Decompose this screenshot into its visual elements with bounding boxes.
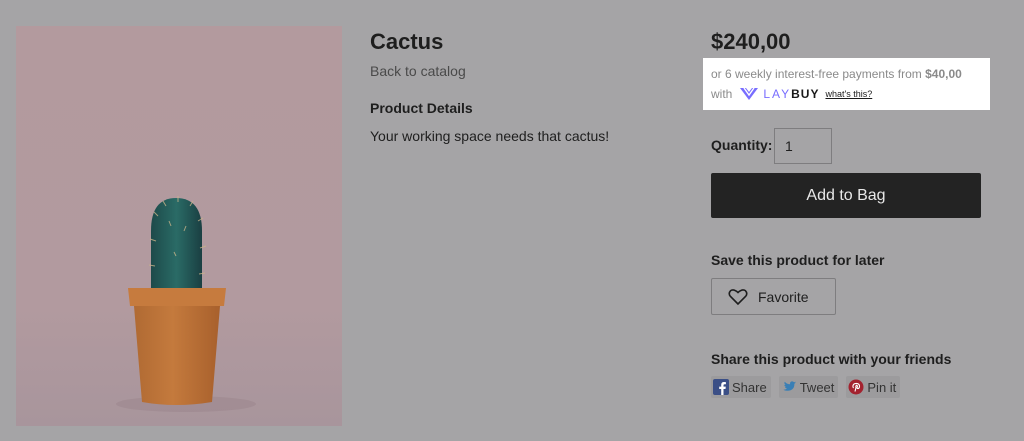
product-image: [16, 26, 342, 426]
quantity-label: Quantity:: [711, 137, 773, 153]
product-price: $240,00: [711, 29, 791, 54]
heart-icon: [728, 288, 748, 305]
favorite-label: Favorite: [758, 288, 809, 305]
twitter-tweet-label: Tweet: [799, 379, 835, 395]
pinterest-icon: [848, 379, 864, 395]
facebook-share-label: Share: [732, 379, 767, 395]
product-details-text: Your working space needs that cactus!: [370, 128, 610, 144]
share-heading: Share this product with your friends: [711, 351, 952, 367]
product-details-heading: Product Details: [370, 100, 473, 116]
twitter-tweet-button[interactable]: Tweet: [778, 376, 839, 398]
facebook-icon: [713, 379, 729, 395]
laybuy-logo: LAY BUY: [738, 85, 819, 103]
laybuy-logo-buy: BUY: [791, 87, 820, 101]
favorite-button[interactable]: Favorite: [711, 278, 836, 315]
facebook-share-button[interactable]: Share: [711, 376, 771, 398]
laybuy-widget: or 6 weekly interest-free payments from …: [703, 58, 990, 110]
laybuy-logo-lay: LAY: [763, 87, 792, 101]
pinterest-pin-label: Pin it: [867, 379, 897, 395]
laybuy-payments-text: or 6 weekly interest-free payments from: [711, 67, 922, 81]
pinterest-pin-button[interactable]: Pin it: [846, 376, 901, 398]
twitter-icon: [781, 379, 797, 395]
laybuy-installment-amount: $40,00: [925, 67, 962, 81]
save-for-later-heading: Save this product for later: [711, 252, 885, 268]
product-title: Cactus: [370, 29, 444, 54]
cactus-photo: [16, 26, 342, 426]
quantity-input[interactable]: [774, 128, 832, 164]
add-to-bag-button[interactable]: Add to Bag: [711, 173, 981, 218]
share-buttons: Share Tweet Pin it: [711, 376, 901, 398]
back-to-catalog-link[interactable]: Back to catalog: [370, 63, 466, 79]
laybuy-line1: or 6 weekly interest-free payments from …: [711, 65, 982, 83]
laybuy-heart-icon: [740, 87, 759, 100]
laybuy-with-text: with: [711, 87, 733, 101]
laybuy-whats-this-link[interactable]: what's this?: [825, 85, 872, 103]
